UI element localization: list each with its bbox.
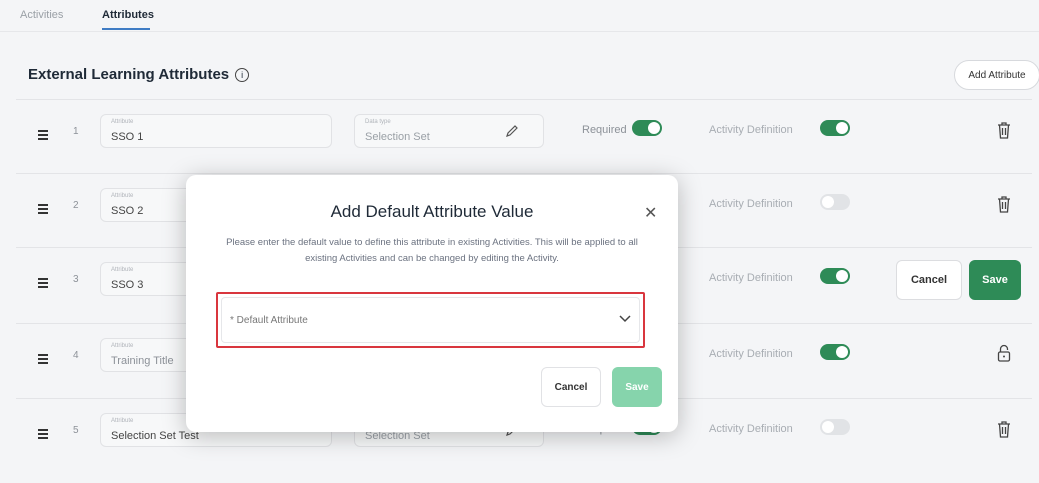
add-default-attribute-modal: Add Default Attribute Value ✕ Please ent… bbox=[186, 175, 678, 432]
default-attribute-select[interactable]: * Default Attribute bbox=[221, 297, 640, 343]
modal-save-button[interactable]: Save bbox=[612, 367, 662, 407]
select-placeholder: * Default Attribute bbox=[230, 315, 308, 326]
modal-cancel-button[interactable]: Cancel bbox=[541, 367, 601, 407]
chevron-down-icon[interactable] bbox=[619, 314, 631, 326]
modal-title: Add Default Attribute Value bbox=[330, 202, 534, 221]
modal-description: Please enter the default value to define… bbox=[226, 237, 638, 264]
modal-overlay: Add Default Attribute Value ✕ Please ent… bbox=[0, 0, 1039, 483]
highlight-box: * Default Attribute bbox=[216, 292, 645, 348]
close-icon[interactable]: ✕ bbox=[644, 203, 657, 223]
